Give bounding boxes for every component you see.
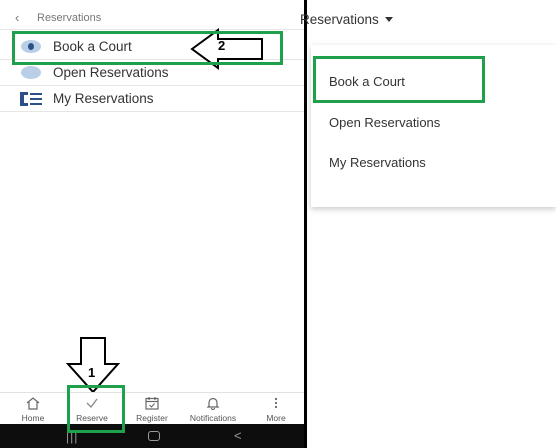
system-back-icon[interactable]: < (234, 428, 242, 443)
reservations-dropdown-trigger[interactable]: Reservations (300, 12, 393, 27)
nav-home[interactable]: Home (3, 395, 63, 425)
home-icon (26, 397, 40, 410)
nav-label: Home (21, 413, 45, 423)
nav-label: Notifications (189, 413, 237, 423)
menu-item-label: My Reservations (53, 91, 154, 106)
highlight-dropdown-book-a-court (313, 56, 485, 103)
dropdown-item-open-reservations[interactable]: Open Reservations (329, 115, 440, 130)
mobile-screen: ‹ Reservations Book a Court Open Reserva… (0, 0, 304, 448)
bottom-navigation: Home Reserve Register Notifications More (0, 392, 304, 424)
nav-register[interactable]: Register (122, 395, 182, 425)
nav-notifications[interactable]: Notifications (183, 395, 243, 425)
dropdown-trigger-label: Reservations (300, 12, 379, 27)
caret-down-icon (384, 17, 393, 22)
home-button-icon[interactable] (148, 431, 160, 441)
calendar-icon (145, 397, 159, 410)
list-icon (20, 92, 42, 106)
nav-more[interactable]: More (246, 395, 306, 425)
header-title: Reservations (37, 12, 102, 24)
menu-item-my-reservations[interactable]: My Reservations (0, 86, 304, 112)
highlight-book-a-court (12, 31, 283, 65)
step-1-number: 1 (88, 365, 96, 380)
system-navigation-bar: ||| < (0, 424, 304, 448)
menu-item-label: Open Reservations (53, 65, 169, 80)
highlight-reserve-tab (67, 385, 125, 433)
nav-label: More (266, 413, 286, 423)
chevron-left-icon[interactable]: ‹ (15, 11, 19, 25)
circle-icon (21, 66, 41, 79)
dropdown-item-my-reservations[interactable]: My Reservations (329, 155, 426, 170)
nav-label: Register (136, 413, 168, 423)
more-vertical-icon (274, 397, 278, 409)
bell-icon (206, 397, 220, 410)
screen-divider (304, 0, 307, 448)
